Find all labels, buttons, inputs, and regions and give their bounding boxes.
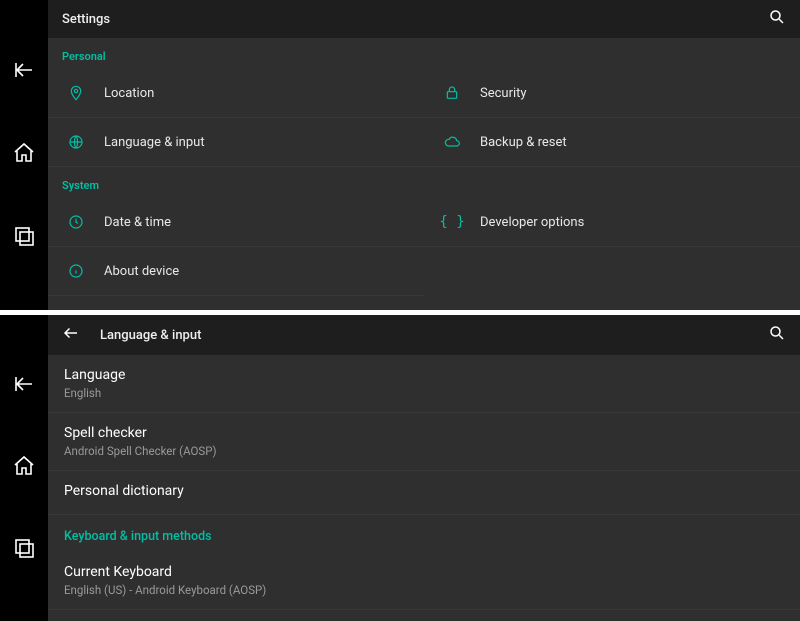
item-spell-checker[interactable]: Spell checker Android Spell Checker (AOS… [48,413,800,471]
item-title: Language [64,367,784,383]
appbar: Language & input [48,315,800,355]
tile-label: About device [104,264,179,279]
lock-icon [438,85,466,101]
tile-label: Location [104,86,154,101]
globe-icon [62,134,90,150]
nav-rail [0,315,48,621]
recent-apps-icon[interactable] [12,224,36,252]
cloud-icon [438,134,466,150]
tile-location[interactable]: Location [48,69,424,118]
tile-label: Language & input [104,135,205,150]
tile-developer-options[interactable]: { } Developer options [424,198,800,247]
info-icon [62,263,90,279]
search-icon[interactable] [768,324,786,346]
section-system: System [48,167,800,198]
appbar-title: Settings [62,12,768,27]
item-current-keyboard[interactable]: Current Keyboard English (US) - Android … [48,552,800,610]
item-android-keyboard[interactable]: Android Keyboard (AOSP) English (US) [48,610,800,621]
home-icon[interactable] [12,454,36,482]
tile-label: Security [480,86,527,101]
tile-language-input[interactable]: Language & input [48,118,424,167]
tile-security[interactable]: Security [424,69,800,118]
braces-icon: { } [438,214,466,230]
section-keyboard-input: Keyboard & input methods [48,515,800,552]
search-icon[interactable] [768,8,786,30]
item-language[interactable]: Language English [48,355,800,413]
item-title: Current Keyboard [64,564,784,580]
back-icon[interactable] [12,58,36,86]
item-subtitle: Android Spell Checker (AOSP) [64,444,784,458]
tile-backup-reset[interactable]: Backup & reset [424,118,800,167]
item-subtitle: English [64,386,784,400]
item-subtitle: English (US) - Android Keyboard (AOSP) [64,583,784,597]
appbar-title: Language & input [100,328,768,343]
home-icon[interactable] [12,141,36,169]
appbar: Settings [48,0,800,38]
back-arrow-icon[interactable] [62,324,80,346]
clock-icon [62,214,90,230]
nav-rail [0,0,48,310]
settings-pane: Settings Personal Location Security [48,0,800,310]
recent-apps-icon[interactable] [12,536,36,564]
item-title: Spell checker [64,425,784,441]
item-title: Personal dictionary [64,483,784,499]
tile-label: Date & time [104,215,171,230]
language-input-pane: Language & input Language English Spell … [48,315,800,621]
location-icon [62,85,90,101]
section-personal: Personal [48,38,800,69]
item-personal-dictionary[interactable]: Personal dictionary [48,471,800,515]
tile-date-time[interactable]: Date & time [48,198,424,247]
tile-about-device[interactable]: About device [48,247,424,296]
tile-label: Developer options [480,215,584,230]
back-icon[interactable] [12,372,36,400]
tile-label: Backup & reset [480,135,567,150]
